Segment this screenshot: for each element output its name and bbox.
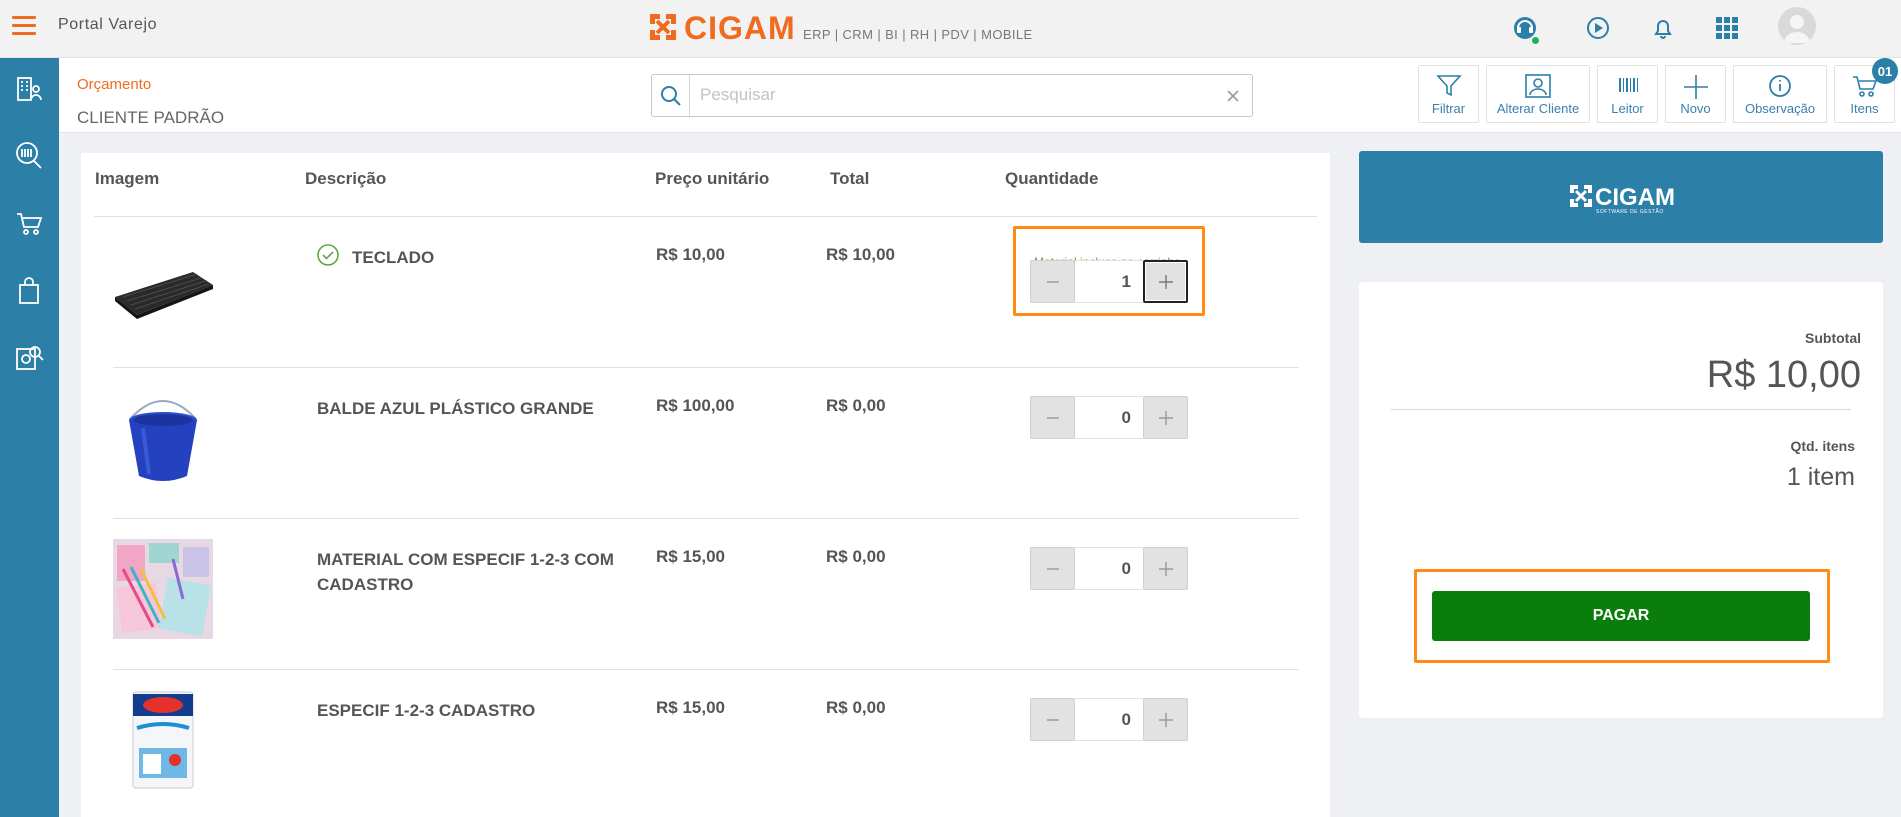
report-search-icon[interactable] <box>12 341 46 375</box>
line-total: R$ 0,00 <box>826 547 886 566</box>
search-box <box>651 74 1253 117</box>
cigam-logo: CIGAM SOFTWARE DE GESTÃO <box>1570 184 1675 215</box>
line-total: R$ 0,00 <box>826 698 886 717</box>
decrease-quantity-button[interactable] <box>1030 260 1075 303</box>
barcode-search-icon[interactable] <box>12 138 46 172</box>
cigam-mark-icon <box>650 14 676 40</box>
product-description: BALDE AZUL PLÁSTICO GRANDE <box>317 399 594 418</box>
support-icon[interactable] <box>1509 12 1541 46</box>
table-row[interactable]: TECLADO R$ 10,00 R$ 10,00 Material inclu… <box>81 217 1330 368</box>
unit-price: R$ 15,00 <box>656 698 725 717</box>
summary-divider <box>1391 409 1851 410</box>
items-count-label: Qtd. itens <box>1790 438 1855 454</box>
pay-button[interactable]: PAGAR <box>1432 591 1810 641</box>
filter-icon <box>1435 75 1462 97</box>
sidebar <box>0 58 59 817</box>
info-icon <box>1769 75 1791 97</box>
quantity-value[interactable]: 0 <box>1075 547 1143 590</box>
avatar[interactable] <box>1778 7 1816 45</box>
subtotal-label: Subtotal <box>1805 330 1861 346</box>
new-button[interactable]: Novo <box>1665 65 1726 123</box>
product-image-paint-can <box>132 691 194 789</box>
in-cart-check-icon <box>317 244 339 266</box>
column-header-total: Total <box>830 169 870 188</box>
items-count-value: 1 item <box>1786 463 1855 491</box>
quantity-value[interactable]: 0 <box>1075 396 1143 439</box>
brand-card: CIGAM SOFTWARE DE GESTÃO <box>1359 151 1883 243</box>
column-header-unit-price: Preço unitário <box>655 169 770 188</box>
brand-name: CIGAM <box>684 10 796 46</box>
products-table: Imagem Descrição Preço unitário Total Qu… <box>81 153 1330 817</box>
brand-tagline: ERP | CRM | BI | RH | PDV | MOBILE <box>803 27 1033 42</box>
table-row[interactable]: MATERIAL COM ESPECIF 1-2-3 COM CADASTRO … <box>81 519 1330 670</box>
line-total: R$ 0,00 <box>826 396 886 415</box>
quantity-stepper: 0 <box>1030 396 1188 439</box>
filter-button[interactable]: Filtrar <box>1418 65 1479 123</box>
play-icon[interactable] <box>1582 12 1614 44</box>
order-summary: Subtotal R$ 10,00 Qtd. itens 1 item PAGA… <box>1359 282 1883 718</box>
column-header-quantity: Quantidade <box>1005 169 1099 188</box>
product-image-keyboard <box>115 272 213 319</box>
search-input[interactable] <box>700 83 1200 107</box>
cart-icon[interactable] <box>12 206 46 240</box>
quantity-stepper: 1 <box>1030 260 1188 303</box>
table-row[interactable]: BALDE AZUL PLÁSTICO GRANDE R$ 100,00 R$ … <box>81 368 1330 519</box>
shopping-bag-icon[interactable] <box>12 274 46 308</box>
new-label: Novo <box>1680 101 1711 116</box>
product-image-blue-bucket <box>129 400 197 481</box>
unit-price: R$ 15,00 <box>656 547 725 566</box>
building-user-icon[interactable] <box>12 72 46 106</box>
barcode-icon <box>1618 78 1638 92</box>
reader-button[interactable]: Leitor <box>1597 65 1658 123</box>
unit-price: R$ 100,00 <box>656 396 735 415</box>
quantity-value[interactable]: 1 <box>1075 260 1143 303</box>
decrease-quantity-button[interactable] <box>1030 396 1075 439</box>
table-row[interactable]: ESPECIF 1-2-3 CADASTRO R$ 15,00 R$ 0,00 … <box>81 670 1330 817</box>
line-total: R$ 10,00 <box>826 245 895 264</box>
increase-quantity-button[interactable] <box>1143 698 1188 741</box>
decrease-quantity-button[interactable] <box>1030 547 1075 590</box>
unit-price: R$ 10,00 <box>656 245 725 264</box>
product-description: ESPECIF 1-2-3 CADASTRO <box>317 701 536 720</box>
observation-label: Observação <box>1744 101 1816 116</box>
online-status-dot <box>1530 35 1541 46</box>
cart-count-badge: 01 <box>1872 58 1898 84</box>
product-description: MATERIAL COM ESPECIF 1-2-3 COM CADASTRO <box>317 550 614 594</box>
decrease-quantity-button[interactable] <box>1030 698 1075 741</box>
search-icon[interactable] <box>652 75 690 116</box>
filter-label: Filtrar <box>1431 101 1466 116</box>
order-header: Orçamento CLIENTE PADRÃO Filtrar Alterar… <box>59 58 1901 133</box>
product-description: TECLADO <box>352 248 435 267</box>
quantity-value[interactable]: 0 <box>1075 698 1143 741</box>
change-client-icon <box>1525 74 1551 98</box>
document-type: Orçamento <box>77 76 152 93</box>
bell-icon[interactable] <box>1647 12 1679 44</box>
column-header-description: Descrição <box>305 169 387 188</box>
subtotal-value: R$ 10,00 <box>1706 354 1861 396</box>
apps-grid-icon[interactable] <box>1711 12 1743 44</box>
hamburger-menu-icon[interactable] <box>12 16 36 36</box>
quantity-stepper: 0 <box>1030 547 1188 590</box>
column-header-image: Imagem <box>95 169 160 188</box>
observation-button[interactable]: Observação <box>1733 65 1827 123</box>
increase-quantity-button[interactable] <box>1143 260 1188 303</box>
plus-icon <box>1683 75 1708 99</box>
product-image-stationery <box>113 539 213 639</box>
change-client-label: Alterar Cliente <box>1496 101 1580 116</box>
client-name[interactable]: CLIENTE PADRÃO <box>77 108 224 128</box>
top-bar: Portal Varejo CIGAM ERP | CRM | BI | RH … <box>0 0 1901 58</box>
portal-title: Portal Varejo <box>58 16 158 33</box>
clear-search-icon[interactable] <box>1224 87 1242 105</box>
increase-quantity-button[interactable] <box>1143 547 1188 590</box>
change-client-button[interactable]: Alterar Cliente <box>1486 65 1590 123</box>
items-label: Itens <box>1850 101 1879 116</box>
summary-brand-subtitle: SOFTWARE DE GESTÃO <box>1596 208 1664 215</box>
increase-quantity-button[interactable] <box>1143 396 1188 439</box>
reader-label: Leitor <box>1611 101 1644 116</box>
quantity-stepper: 0 <box>1030 698 1188 741</box>
summary-brand-name: CIGAM <box>1595 184 1675 211</box>
